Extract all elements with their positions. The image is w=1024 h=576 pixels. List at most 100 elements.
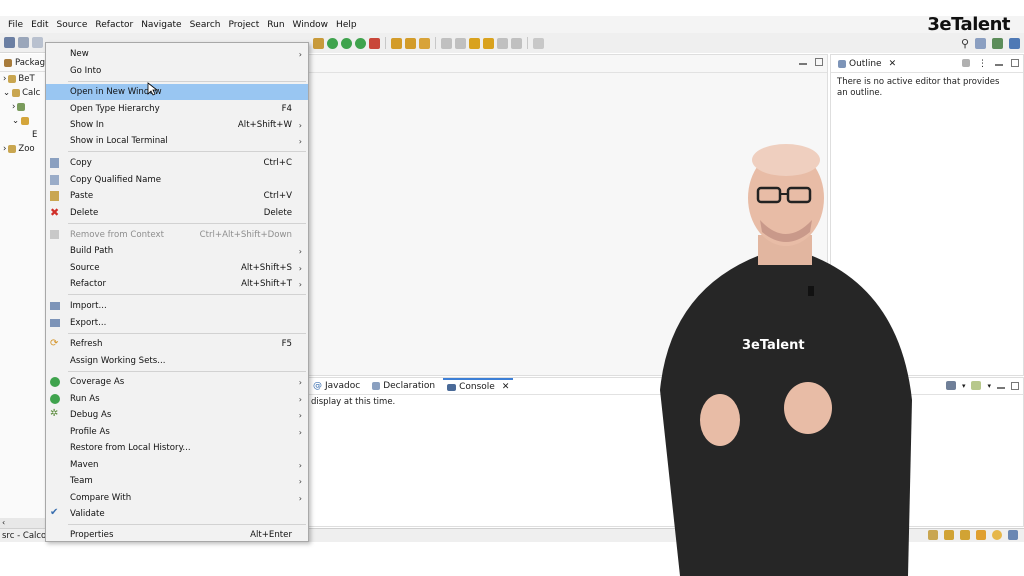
context-menu-item-validate[interactable]: ✔ Validate [46,506,308,522]
context-menu-item-properties[interactable]: Properties Alt+Enter [46,527,308,543]
context-menu-item-export[interactable]: Export... [46,315,308,331]
context-menu-item-new[interactable]: New › [46,46,308,62]
coverage-icon[interactable] [355,37,366,49]
package-explorer-header[interactable]: Packag [0,54,45,72]
context-menu-item-show-in[interactable]: Show In Alt+Shift+W › [46,117,308,133]
display-console-icon[interactable] [945,381,956,390]
tree-item[interactable]: › BeT [0,72,45,86]
search-icon[interactable] [441,37,452,49]
chevron-down-icon[interactable]: ▾ [962,382,966,390]
context-menu-item-build-path[interactable]: Build Path › [46,243,308,259]
outline-icon [838,59,846,68]
minimize-icon[interactable] [995,64,1003,66]
history-forward-icon[interactable] [511,37,522,49]
context-menu-item-import[interactable]: Import... [46,298,308,314]
context-menu-item-restore-local-history[interactable]: Restore from Local History... [46,440,308,456]
maximize-icon[interactable] [1011,381,1019,390]
annotation-icon[interactable] [455,37,466,49]
tab-declaration[interactable]: Declaration [368,378,439,394]
view-menu-icon[interactable]: ⋮ [978,59,987,69]
outline-title: Outline [849,58,882,69]
run-icon[interactable] [327,37,338,49]
minimize-icon[interactable] [799,63,807,65]
debug-icon[interactable] [341,37,352,49]
menu-edit[interactable]: Edit [27,20,52,30]
context-menu-item-open-in-new-window[interactable]: Open in New Window [46,84,308,100]
open-console-icon[interactable] [971,381,982,390]
context-menu-item-team[interactable]: Team › [46,473,308,489]
save-icon[interactable] [18,37,29,48]
chevron-down-icon[interactable]: ▾ [987,382,991,390]
package-explorer-title: Packag [14,57,45,68]
tree-item[interactable]: › Zoo [0,142,45,156]
menu-project[interactable]: Project [224,20,263,30]
status-icon[interactable] [960,530,970,540]
maximize-icon[interactable] [1011,59,1019,67]
context-menu-item-source[interactable]: Source Alt+Shift+S › [46,260,308,276]
context-menu-item-assign-working-sets[interactable]: Assign Working Sets... [46,353,308,369]
menu-refactor[interactable]: Refactor [91,20,137,30]
context-menu-item-remove-from-context[interactable]: Remove from Context Ctrl+Alt+Shift+Down [46,227,308,243]
menu-run[interactable]: Run [263,20,288,30]
context-menu-item-paste[interactable]: Paste Ctrl+V [46,188,308,204]
folder-icon[interactable] [391,37,402,49]
status-icon[interactable] [992,530,1002,540]
context-menu-item-run-as[interactable]: Run As › [46,391,308,407]
menu-navigate[interactable]: Navigate [137,20,185,30]
context-menu-item-refactor[interactable]: Refactor Alt+Shift+T › [46,276,308,292]
menu-file[interactable]: File [4,20,27,30]
tree-item[interactable]: ⌄ [0,114,45,128]
menu-window[interactable]: Window [289,20,333,30]
tab-outline[interactable]: Outline ✕ [835,59,899,69]
tab-javadoc[interactable]: @ Javadoc [309,378,364,394]
menu-search[interactable]: Search [186,20,225,30]
remove-context-icon [50,230,59,239]
minimize-icon[interactable] [997,387,1005,389]
back-icon[interactable] [469,37,480,49]
menu-help[interactable]: Help [332,20,361,30]
toolbar-icon[interactable] [313,37,324,49]
context-menu-item-copy[interactable]: Copy Ctrl+C [46,155,308,171]
context-menu-item-copy-qualified-name[interactable]: Copy Qualified Name [46,172,308,188]
new-icon[interactable] [4,37,15,48]
perspective-icon[interactable] [975,38,986,49]
status-icon[interactable] [976,530,986,540]
paste-icon [50,191,59,201]
filter-icon[interactable] [962,59,970,67]
stop-icon[interactable] [369,37,380,49]
status-icon[interactable] [1008,530,1018,540]
java-perspective-icon[interactable] [992,38,1003,49]
console-icon [447,383,457,391]
search-icon[interactable]: ⚲ [961,37,969,50]
pin-icon[interactable] [533,37,544,49]
tab-console[interactable]: Console ✕ [443,378,514,394]
context-menu-item-debug-as[interactable]: ✲ Debug As › [46,407,308,423]
status-icon[interactable] [944,530,954,540]
history-back-icon[interactable] [497,37,508,49]
context-menu-item-maven[interactable]: Maven › [46,457,308,473]
forward-icon[interactable] [483,37,494,49]
maximize-icon[interactable] [815,58,823,66]
close-icon[interactable]: ✕ [502,382,510,392]
context-menu-item-compare-with[interactable]: Compare With › [46,490,308,506]
debug-perspective-icon[interactable] [1009,38,1020,49]
save-all-icon[interactable] [32,37,43,48]
context-menu-item-open-type-hierarchy[interactable]: Open Type Hierarchy F4 [46,101,308,117]
open-folder-icon[interactable] [405,37,416,49]
context-menu-item-go-into[interactable]: Go Into [46,63,308,79]
horizontal-scrollbar[interactable]: ‹ [0,518,46,528]
build-icon[interactable] [419,37,430,49]
tree-item[interactable]: › [0,100,45,114]
menu-source[interactable]: Source [53,20,92,30]
context-menu-item-delete[interactable]: ✖ Delete Delete [46,205,308,221]
library-icon [17,103,26,111]
outline-header: Outline ✕ ⋮ [831,55,1023,73]
context-menu-item-profile-as[interactable]: Profile As › [46,424,308,440]
close-icon[interactable]: ✕ [889,59,897,69]
context-menu-item-coverage-as[interactable]: Coverage As › [46,374,308,390]
tree-item[interactable]: ⌄ Calc [0,86,45,100]
tree-item[interactable]: E [0,128,45,142]
package-explorer: Packag › BeT ⌄ Calc › ⌄ E › Zoo ‹ [0,54,46,528]
context-menu-item-show-in-terminal[interactable]: Show in Local Terminal › [46,133,308,149]
context-menu-item-refresh[interactable]: ⟳ Refresh F5 [46,336,308,352]
